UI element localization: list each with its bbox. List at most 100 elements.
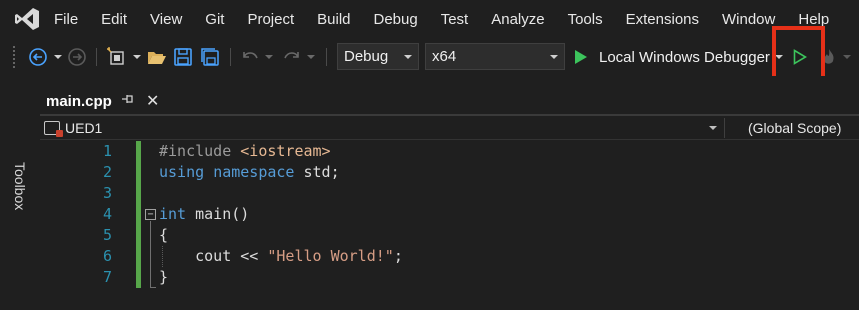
cpp-project-icon (44, 121, 63, 137)
menu-edit[interactable]: Edit (90, 11, 139, 28)
scope-label: (Global Scope) (748, 120, 842, 136)
chevron-down-icon (843, 55, 851, 59)
menu-build[interactable]: Build (306, 11, 362, 28)
menu-project[interactable]: Project (236, 11, 306, 28)
code-line: 5 { (40, 225, 859, 246)
open-file-button[interactable] (146, 38, 168, 76)
solution-platform-select[interactable]: x64 (425, 43, 565, 70)
tab-main-cpp[interactable]: main.cpp ✕ (40, 86, 168, 116)
menu-bar: File Edit View Git Project Build Debug T… (0, 0, 859, 38)
chevron-down-icon (404, 55, 412, 59)
menu-tools[interactable]: Tools (556, 11, 614, 28)
line-number: 7 (102, 268, 112, 286)
configuration-value: Debug (344, 48, 389, 65)
change-indicator (136, 183, 141, 204)
toolbar-grip[interactable] (12, 45, 16, 69)
code-text[interactable]: { (159, 225, 168, 246)
code-line: 3 (40, 183, 859, 204)
keyword: namespace (213, 163, 295, 181)
back-button[interactable] (26, 38, 50, 76)
close-tab-icon[interactable]: ✕ (146, 91, 159, 111)
forward-arrow-icon (68, 48, 86, 66)
change-indicator (136, 267, 141, 288)
menu-git[interactable]: Git (194, 11, 236, 28)
menu-help[interactable]: Help (787, 11, 841, 28)
debugger-label: Local Windows Debugger (599, 48, 770, 66)
save-all-button[interactable] (198, 38, 222, 76)
chevron-down-icon (550, 55, 558, 59)
chevron-down-icon (133, 55, 141, 59)
tab-filename: main.cpp (46, 93, 112, 110)
new-dropdown[interactable] (131, 38, 143, 76)
menu-view[interactable]: View (139, 11, 194, 28)
toolbar-separator (96, 48, 97, 66)
code-token: std; (294, 163, 340, 181)
string-literal: "Hello World!" (267, 247, 394, 265)
code-line: 2 using namespace std; (40, 162, 859, 183)
toolbox-tab[interactable]: Toolbox (12, 162, 28, 210)
code-token: ; (393, 247, 403, 265)
code-line: 4 − int main() (40, 204, 859, 225)
toolbar-separator (230, 48, 231, 66)
start-debugging-button[interactable]: Local Windows Debugger (574, 38, 770, 76)
code-text[interactable]: int main() (159, 204, 249, 225)
code-text[interactable]: #include <iostream> (159, 141, 331, 162)
menu-test[interactable]: Test (429, 11, 480, 28)
chevron-down-icon (265, 55, 273, 59)
code-editor[interactable]: 1 #include <iostream> 2 using namespace … (40, 140, 859, 310)
play-icon (575, 50, 587, 64)
menu-items: File Edit View Git Project Build Debug T… (54, 0, 841, 38)
new-project-button[interactable] (104, 38, 130, 76)
indent-guide (162, 246, 163, 267)
menu-extensions[interactable]: Extensions (614, 11, 710, 28)
code-text[interactable]: cout << "Hello World!"; (159, 246, 403, 267)
document-tab-strip: main.cpp ✕ (40, 76, 859, 116)
hot-reload-dropdown[interactable] (841, 38, 853, 76)
code-line: 1 #include <iostream> (40, 141, 859, 162)
redo-icon (284, 52, 299, 59)
line-number: 2 (102, 163, 112, 181)
undo-button[interactable] (238, 38, 262, 76)
change-indicator (136, 225, 141, 246)
pin-icon[interactable] (121, 93, 135, 108)
toolbar-separator (326, 48, 327, 66)
save-button[interactable] (172, 38, 194, 76)
undo-icon (243, 52, 258, 59)
menu-window[interactable]: Window (711, 11, 787, 28)
back-arrow-icon (29, 48, 47, 66)
include-header: <iostream> (240, 142, 331, 160)
collapse-icon[interactable]: − (145, 209, 156, 220)
fold-guide-end (150, 287, 156, 288)
line-number: 4 (102, 205, 112, 223)
change-indicator (136, 141, 141, 162)
standard-toolbar: Debug x64 Local Windows Debugger (0, 38, 859, 76)
redo-button[interactable] (280, 38, 304, 76)
code-line: 7 } (40, 267, 859, 288)
save-icon (174, 48, 192, 66)
menu-file[interactable]: File (54, 11, 90, 28)
code-text[interactable]: } (159, 267, 168, 288)
change-indicator (136, 246, 141, 267)
new-project-icon (107, 47, 124, 65)
redo-dropdown[interactable] (305, 38, 317, 76)
line-number: 1 (102, 142, 112, 160)
line-number: 6 (102, 247, 112, 265)
menu-analyze[interactable]: Analyze (480, 11, 556, 28)
forward-button[interactable] (66, 38, 88, 76)
visual-studio-logo-icon[interactable] (14, 7, 40, 31)
line-number: 5 (102, 226, 112, 244)
preprocessor-directive: #include (159, 142, 241, 160)
solution-configuration-select[interactable]: Debug (337, 43, 419, 70)
code-token: main() (186, 205, 250, 223)
chevron-down-icon[interactable] (709, 126, 717, 130)
keyword: using (159, 163, 205, 181)
scope-dropdown[interactable]: (Global Scope) (748, 116, 841, 140)
project-dropdown[interactable]: UED1 (44, 116, 102, 140)
line-number: 3 (102, 184, 112, 202)
save-all-icon (201, 48, 219, 66)
code-text[interactable]: using namespace std; (159, 162, 340, 183)
menu-debug[interactable]: Debug (362, 11, 429, 28)
back-dropdown[interactable] (52, 38, 64, 76)
navbar-separator (724, 118, 725, 138)
undo-dropdown[interactable] (263, 38, 275, 76)
